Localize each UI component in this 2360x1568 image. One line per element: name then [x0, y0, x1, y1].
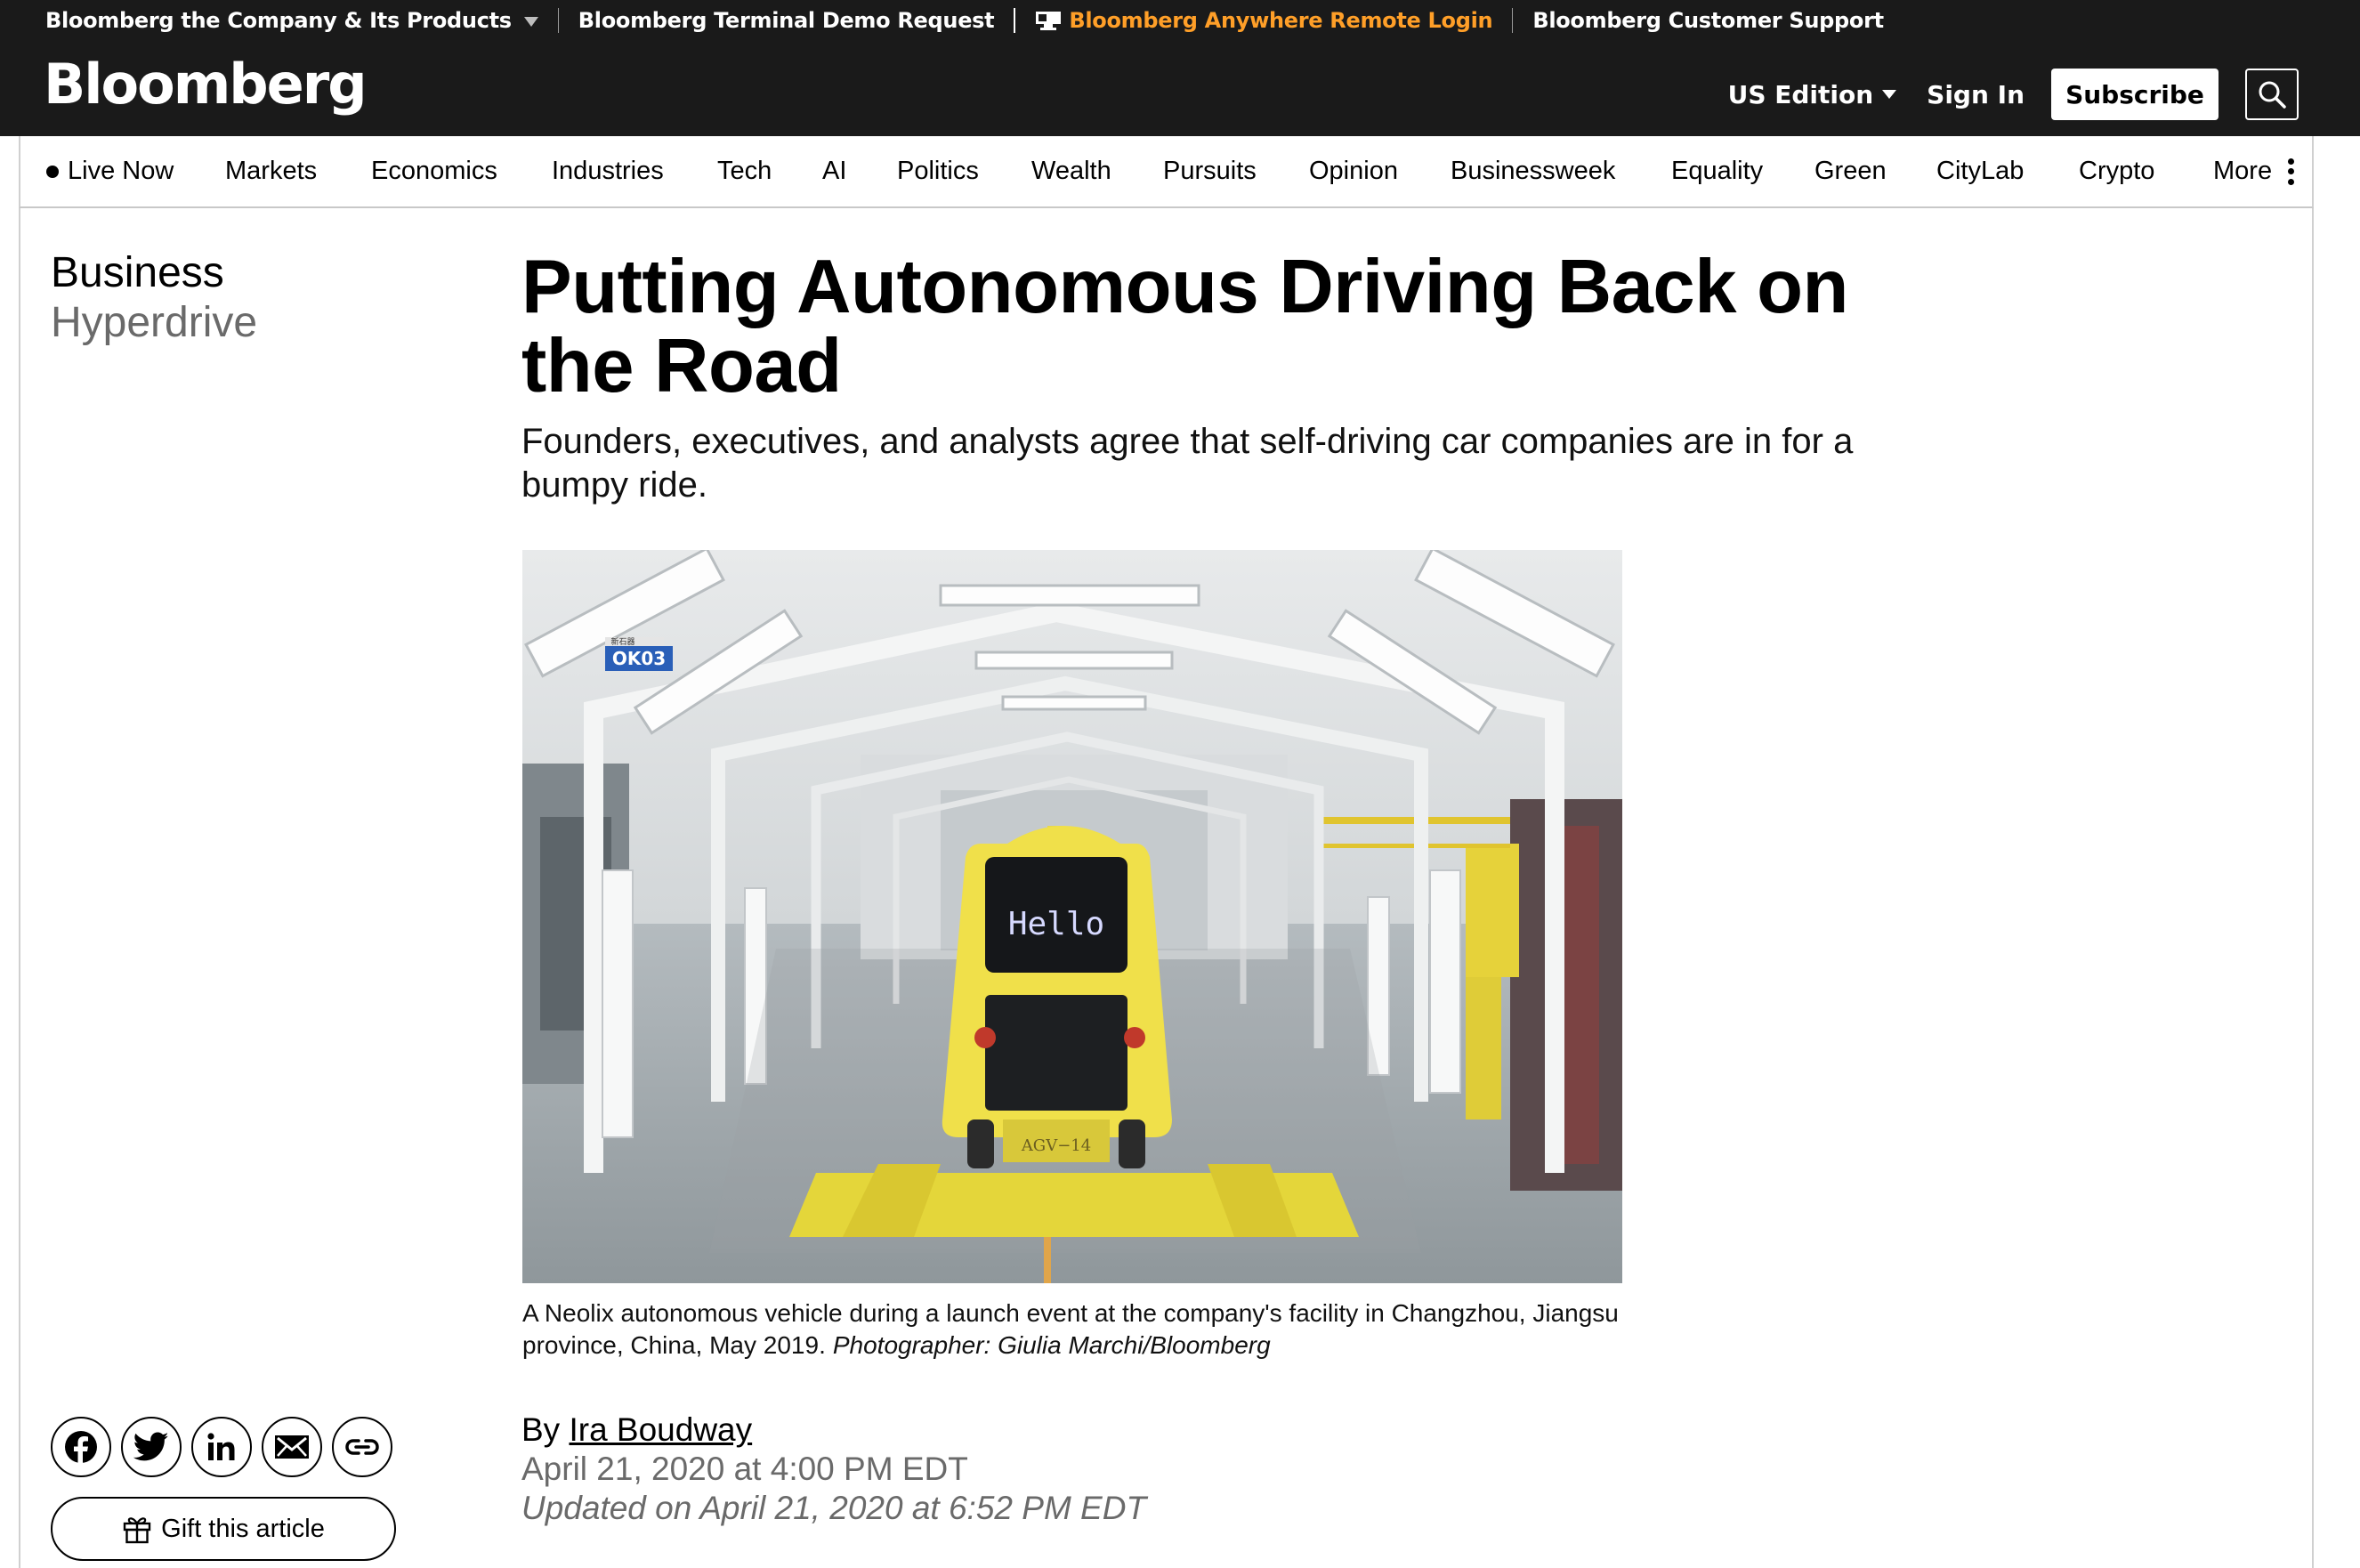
- terminal-demo-link[interactable]: Bloomberg Terminal Demo Request: [578, 8, 995, 33]
- divider: [557, 8, 559, 33]
- facebook-icon: [65, 1431, 97, 1465]
- nav-more[interactable]: More: [2213, 136, 2295, 206]
- publish-date: April 21, 2020 at 4:00 PM EDT: [521, 1451, 968, 1487]
- live-dot-icon: [46, 165, 59, 178]
- nav-opinion[interactable]: Opinion: [1309, 136, 1398, 206]
- sign-small-label: 新石器: [610, 636, 634, 647]
- nav-live-now[interactable]: Live Now: [46, 136, 174, 206]
- divider: [1512, 8, 1514, 33]
- section-name[interactable]: Business: [51, 248, 257, 298]
- nav-tech[interactable]: Tech: [717, 136, 772, 206]
- gift-article-button[interactable]: Gift this article: [51, 1497, 396, 1561]
- nav-businessweek[interactable]: Businessweek: [1451, 136, 1615, 206]
- section-nav: Live Now Markets Economics Industries Te…: [19, 136, 2314, 208]
- vehicle-screen-text: Hello: [1008, 906, 1104, 942]
- search-icon: [2259, 81, 2286, 109]
- subscribe-button[interactable]: Subscribe: [2051, 69, 2219, 120]
- byline: By Ira Boudway: [521, 1410, 752, 1450]
- anywhere-login-link[interactable]: Bloomberg Anywhere Remote Login: [1035, 8, 1493, 33]
- nav-ai[interactable]: AI: [822, 136, 846, 206]
- link-icon: [345, 1439, 379, 1455]
- updated-date: Updated on April 21, 2020 at 6:52 PM EDT: [521, 1490, 1147, 1526]
- nav-wealth[interactable]: Wealth: [1031, 136, 1111, 206]
- edition-selector[interactable]: US Edition: [1728, 80, 1897, 109]
- hero-image[interactable]: OK03 新石器 Hello AGV−14: [522, 550, 1622, 1283]
- share-linkedin-button[interactable]: [191, 1417, 252, 1477]
- article-dek: Founders, executives, and analysts agree…: [521, 422, 1854, 505]
- customer-support-link[interactable]: Bloomberg Customer Support: [1532, 8, 1884, 33]
- sign-in-link[interactable]: Sign In: [1927, 80, 2025, 109]
- section-subname[interactable]: Hyperdrive: [51, 298, 257, 348]
- nav-politics[interactable]: Politics: [897, 136, 979, 206]
- nav-equality[interactable]: Equality: [1671, 136, 1763, 206]
- nav-green[interactable]: Green: [1814, 136, 1887, 206]
- article-headline: Putting Autonomous Driving Back on the R…: [521, 245, 1848, 408]
- utility-bar: Bloomberg the Company & Its Products Blo…: [45, 0, 1884, 41]
- byline-prefix: By: [521, 1411, 561, 1448]
- twitter-icon: [133, 1432, 169, 1461]
- header-actions: US Edition Sign In Subscribe: [1728, 68, 2299, 121]
- chevron-down-icon: [523, 16, 538, 27]
- more-vertical-icon: [2288, 158, 2295, 185]
- email-icon: [275, 1435, 309, 1459]
- nav-economics[interactable]: Economics: [371, 136, 497, 206]
- image-caption: A Neolix autonomous vehicle during a lau…: [522, 1297, 1644, 1362]
- nav-citylab[interactable]: CityLab: [1936, 136, 2024, 206]
- share-twitter-button[interactable]: [121, 1417, 182, 1477]
- copy-link-button[interactable]: [332, 1417, 392, 1477]
- share-facebook-button[interactable]: [51, 1417, 111, 1477]
- author-link[interactable]: Ira Boudway: [569, 1411, 752, 1448]
- section-label: Business Hyperdrive: [51, 248, 257, 348]
- nav-pursuits[interactable]: Pursuits: [1163, 136, 1257, 206]
- site-header: Bloomberg the Company & Its Products Blo…: [0, 0, 2360, 136]
- bloomberg-logo[interactable]: Bloomberg: [44, 57, 368, 112]
- nav-markets[interactable]: Markets: [225, 136, 317, 206]
- nav-industries[interactable]: Industries: [552, 136, 664, 206]
- page-frame-left: [19, 208, 20, 1568]
- share-email-button[interactable]: [262, 1417, 322, 1477]
- gift-icon: [123, 1517, 151, 1544]
- share-buttons: [51, 1417, 402, 1477]
- linkedin-icon: [207, 1433, 235, 1460]
- photo-credit: Photographer: Giulia Marchi/Bloomberg: [832, 1331, 1271, 1359]
- terminal-icon: [1036, 12, 1062, 30]
- sign-label: OK03: [612, 648, 666, 669]
- company-products-menu[interactable]: Bloomberg the Company & Its Products: [45, 8, 538, 33]
- factory-vehicle-illustration: OK03 新石器 Hello AGV−14: [522, 550, 1622, 1283]
- divider: [1014, 8, 1016, 33]
- nav-crypto[interactable]: Crypto: [2079, 136, 2154, 206]
- page-frame-right: [2312, 208, 2314, 1568]
- vehicle-plate-text: AGV−14: [1021, 1136, 1091, 1155]
- chevron-down-icon: [1882, 90, 1897, 99]
- search-button[interactable]: [2245, 69, 2299, 120]
